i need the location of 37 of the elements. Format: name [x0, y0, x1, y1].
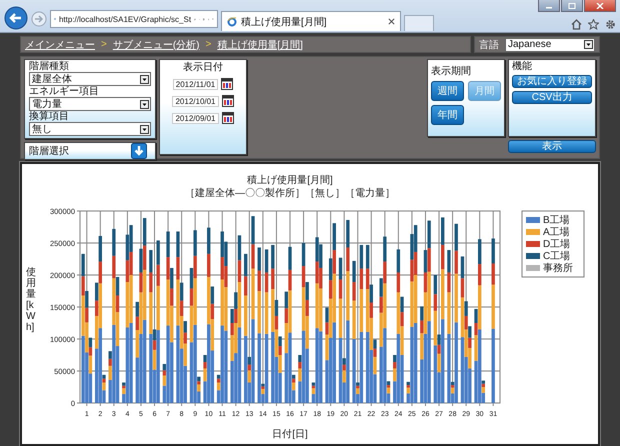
legend-label: 事務所 — [543, 263, 573, 274]
chart-subtitle: ［建屋全体―〇〇製作所］［無し］［電力量］ — [185, 188, 395, 199]
breadcrumb-link[interactable]: サブメニュー(分析) — [112, 38, 200, 52]
dropdown[interactable]: 無し — [29, 122, 151, 136]
language-label: 言語 — [479, 38, 499, 52]
breadcrumb-link[interactable]: 積上げ使用量[月間] — [217, 38, 303, 52]
legend-label: D工場 — [543, 239, 570, 250]
chart-title: 積上げ使用量[月間] — [247, 175, 333, 186]
tab-title: 積上げ使用量[月間] — [241, 16, 328, 28]
language-select[interactable]: Japanese — [505, 38, 595, 52]
dropdown[interactable]: 電力量 — [29, 97, 151, 111]
legend-label: C工場 — [543, 251, 570, 262]
function-label: 機能 — [512, 61, 533, 72]
axis-title: 日付[日] — [272, 429, 308, 439]
url-text: http://localhost/SA1EV/Graphic/sc_St — [58, 14, 192, 24]
period-label: 表示期間 — [431, 66, 471, 77]
browser-tab[interactable]: 積上げ使用量[月間] — [221, 11, 401, 31]
field-label: 階層種類 — [29, 61, 70, 72]
date-field[interactable]: 2012/09/01 — [172, 112, 219, 124]
period-button[interactable]: 年間 — [431, 105, 464, 125]
breadcrumb-separator: > — [101, 39, 107, 50]
show-button[interactable]: 表示 — [508, 140, 596, 153]
legend-label: A工場 — [543, 227, 570, 238]
breadcrumb-link[interactable]: メインメニュー — [25, 38, 95, 52]
function-button[interactable]: お気に入り登録 — [512, 75, 592, 88]
date-field[interactable]: 2012/10/01 — [172, 96, 219, 106]
hierarchy-label: 階層選択 — [29, 146, 69, 156]
field-label: エネルギー項目 — [29, 86, 100, 97]
date-field[interactable]: 2012/11/01 — [172, 78, 218, 90]
field-label: 換算項目 — [29, 111, 70, 122]
axis-title: 使用量[kWh] — [26, 267, 36, 333]
period-button[interactable]: 週間 — [431, 81, 464, 101]
function-button[interactable]: CSV出力 — [512, 91, 592, 104]
breadcrumb-separator: > — [206, 39, 212, 50]
dropdown[interactable]: 建屋全体 — [29, 72, 151, 86]
date-label: 表示日付 — [183, 62, 223, 73]
legend-label: B工場 — [543, 215, 570, 226]
